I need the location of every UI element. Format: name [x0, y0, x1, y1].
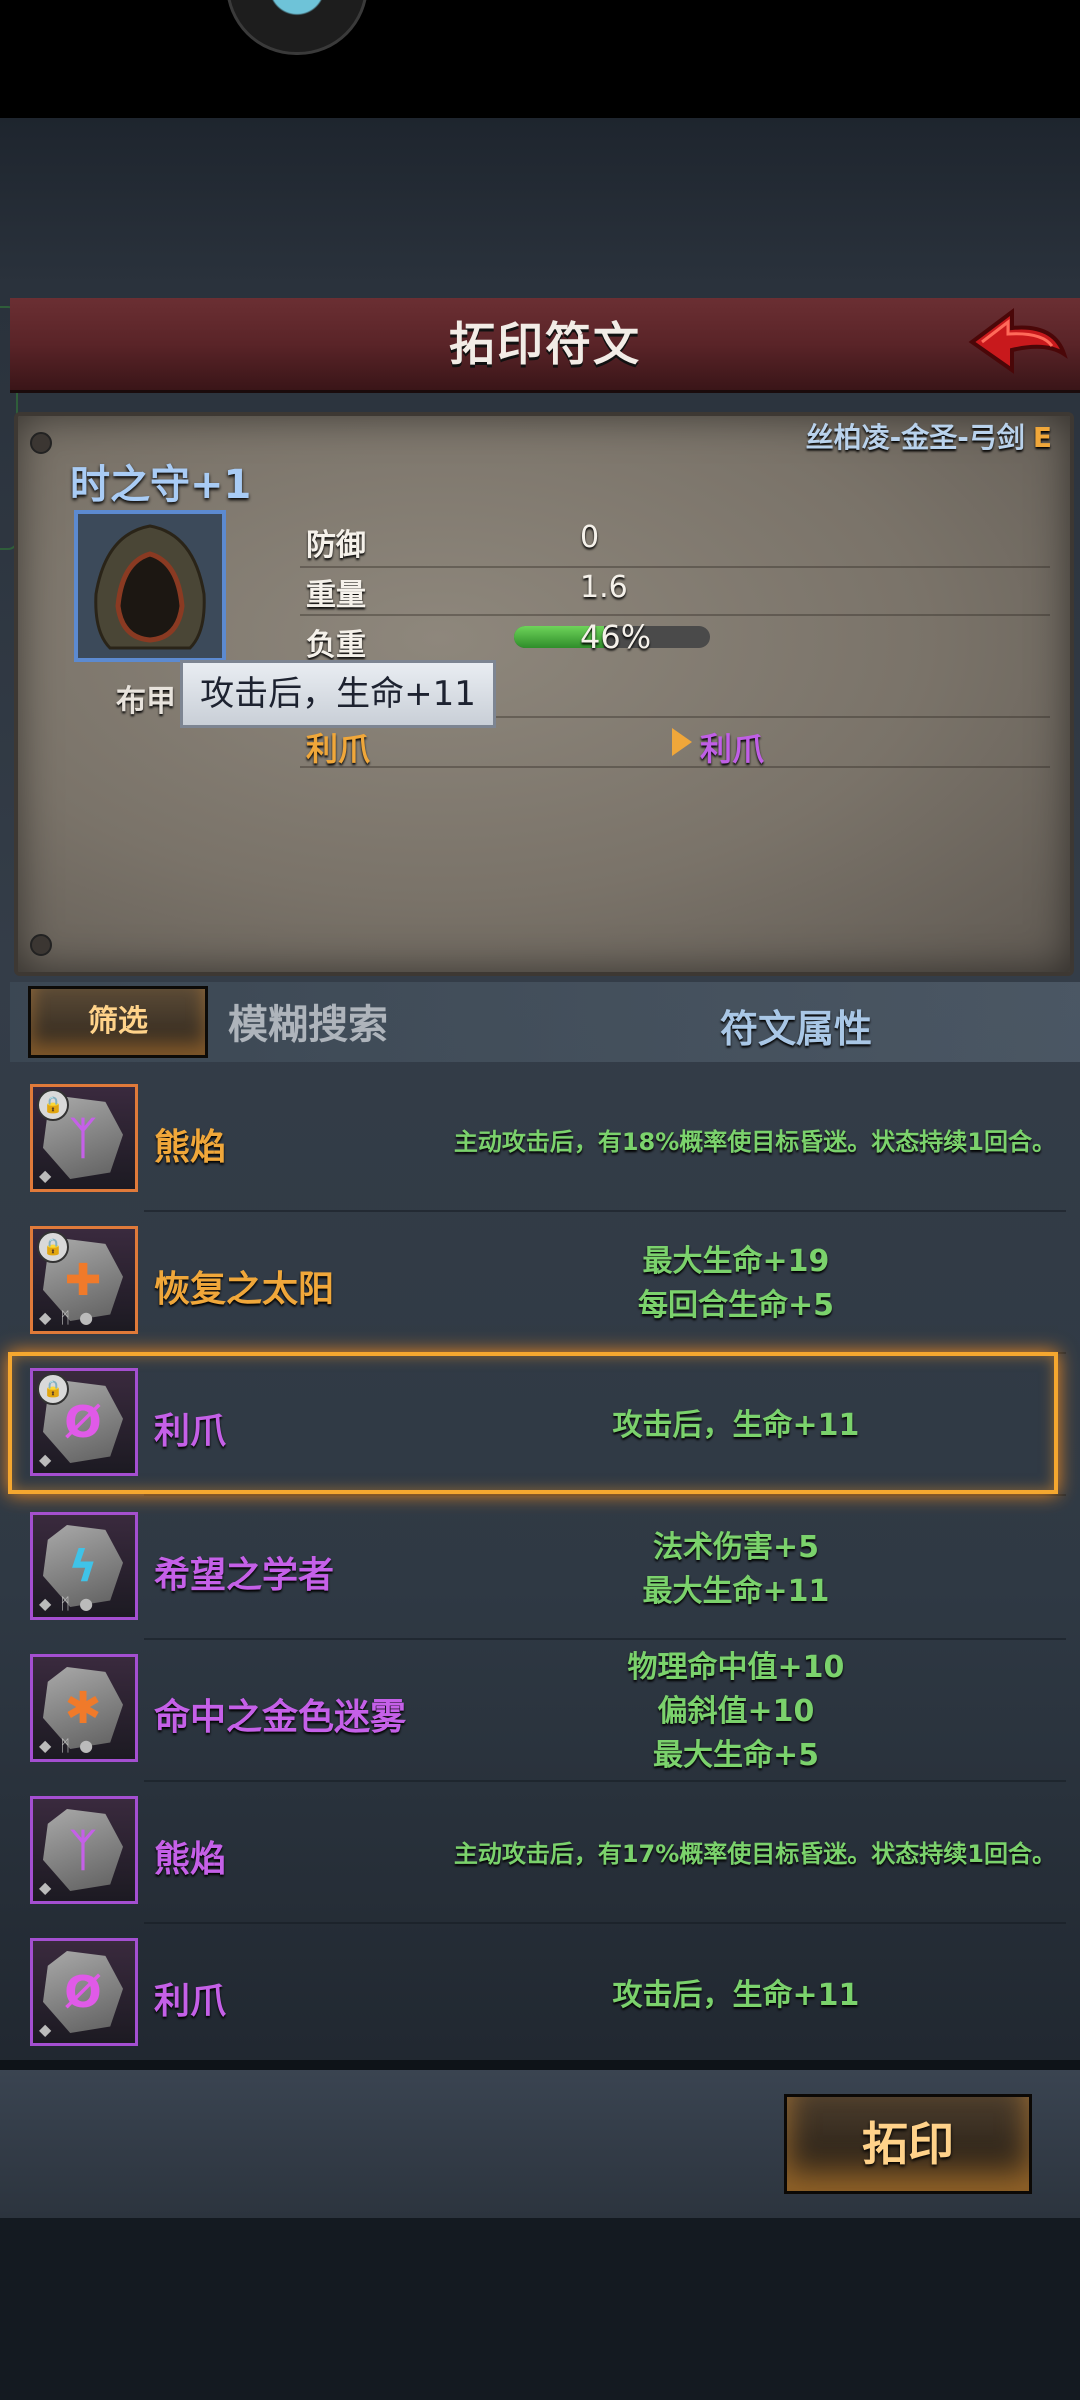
rune-glyph-icon: ᛉ: [69, 1825, 97, 1876]
row-divider: [144, 1780, 1066, 1782]
red-arrow-back-icon: [968, 308, 1068, 374]
rune-attribute-line: 主动攻击后，有18%概率使目标昏迷。状态持续1回合。: [453, 1128, 1056, 1156]
rune-glyph-icon: Ø: [64, 1967, 102, 2018]
rune-attribute-line: 最大生命+11: [642, 1574, 830, 1609]
rune-attributes: 法术伤害+5 最大生命+11: [416, 1526, 1056, 1614]
rune-glyph-icon: ✚: [64, 1255, 102, 1306]
lock-icon[interactable]: 🔒: [37, 1231, 69, 1263]
stat-value-load: 46%: [580, 618, 652, 656]
filter-button[interactable]: 筛选: [28, 986, 208, 1058]
rune-row[interactable]: ᛉ 🔒 ◆ 熊焰 主动攻击后，有18%概率使目标昏迷。状态持续1回合。: [14, 1072, 1066, 1212]
rune-name: 熊焰: [154, 1839, 227, 1880]
row-divider: [144, 1638, 1066, 1640]
hood-icon: [94, 524, 206, 650]
row-divider: [144, 1494, 1066, 1496]
item-name: 时之守+1: [70, 462, 252, 508]
rune-name: 熊焰: [154, 1127, 227, 1168]
rune-icon: ᛉ 🔒 ◆: [30, 1084, 138, 1192]
stat-label-load: 负重: [306, 628, 366, 663]
current-rune-name: 利爪: [306, 730, 371, 768]
print-rune-button[interactable]: 拓印: [784, 2094, 1032, 2194]
rune-name: 恢复之太阳: [154, 1269, 335, 1310]
rune-name: 利爪: [154, 1981, 227, 2022]
item-type: 布甲: [116, 684, 176, 719]
stat-value-weight: 1.6: [580, 570, 628, 605]
mascot-avatar: [226, 0, 368, 55]
rune-attribute-line: 偏斜值+10: [657, 1694, 815, 1729]
rune-icon: ᛉ ◆: [30, 1796, 138, 1904]
rune-attr-header: 符文属性: [720, 1007, 873, 1051]
owner-label: 丝柏凌-金圣-弓剑 E: [806, 416, 1052, 456]
owner-grade: E: [1032, 421, 1052, 454]
rune-icon: Ø ◆: [30, 1938, 138, 2046]
rune-name: 希望之学者: [154, 1555, 335, 1596]
lock-icon[interactable]: 🔒: [37, 1089, 69, 1121]
rune-row[interactable]: ✱ ◆ ᛗ ● 命中之金色迷雾 物理命中值+10 偏斜值+10 最大生命+5: [14, 1642, 1066, 1782]
rune-attribute-line: 最大生命+5: [652, 1738, 819, 1773]
rivet: [30, 934, 52, 956]
rune-tooltip: 攻击后，生命+11: [180, 660, 496, 728]
rune-icon: ✱ ◆ ᛗ ●: [30, 1654, 138, 1762]
title-bar: 拓印符文: [10, 298, 1080, 393]
status-top-bar: [0, 0, 1080, 118]
owner-name: 丝柏凌-金圣-弓剑: [805, 421, 1025, 454]
rune-attributes: 主动攻击后，有18%概率使目标昏迷。状态持续1回合。: [416, 1120, 1056, 1164]
rune-slot-icons: ◆: [39, 2020, 54, 2039]
rune-attributes: 攻击后，生命+11: [416, 1974, 1056, 2018]
divider: [300, 614, 1050, 616]
rune-glyph-icon: ᛉ: [69, 1113, 97, 1164]
new-rune-name: 利爪: [700, 730, 765, 768]
list-divider: [0, 2060, 1080, 2070]
rune-attribute-line: 每回合生命+5: [637, 1288, 834, 1323]
background-bottom: [0, 2218, 1080, 2400]
divider: [300, 566, 1050, 568]
rune-icon: ϟ ◆ ᛗ ●: [30, 1512, 138, 1620]
rune-row[interactable]: ✚ 🔒 ◆ ᛗ ● 恢复之太阳 最大生命+19 每回合生命+5: [14, 1214, 1066, 1354]
rune-attribute-line: 最大生命+19: [642, 1244, 830, 1279]
rune-attribute-line: 攻击后，生命+11: [612, 1978, 860, 2013]
rune-row[interactable]: Ø ◆ 利爪 攻击后，生命+11: [14, 1926, 1066, 2066]
rune-slot-icons: ◆ ᛗ ●: [39, 1594, 96, 1613]
selected-row-highlight: [8, 1352, 1058, 1494]
rune-attribute-line: 法术伤害+5: [652, 1530, 819, 1565]
page-title: 拓印符文: [449, 317, 641, 371]
rune-icon: ✚ 🔒 ◆ ᛗ ●: [30, 1226, 138, 1334]
stat-label-defense: 防御: [306, 528, 366, 563]
row-divider: [144, 1210, 1066, 1212]
rune-glyph-icon: ϟ: [68, 1541, 98, 1592]
rune-slot-icons: ◆ ᛗ ●: [39, 1736, 96, 1755]
rune-name: 命中之金色迷雾: [154, 1697, 407, 1738]
row-divider: [144, 1922, 1066, 1924]
rune-attribute-line: 主动攻击后，有17%概率使目标昏迷。状态持续1回合。: [453, 1840, 1056, 1868]
item-icon[interactable]: [74, 510, 226, 662]
back-button[interactable]: [968, 306, 1068, 378]
rune-slot-icons: ◆: [39, 1166, 54, 1185]
rune-attributes: 物理命中值+10 偏斜值+10 最大生命+5: [416, 1646, 1056, 1778]
rune-row[interactable]: ϟ ◆ ᛗ ● 希望之学者 法术伤害+5 最大生命+11: [14, 1500, 1066, 1640]
rune-row[interactable]: ᛉ ◆ 熊焰 主动攻击后，有17%概率使目标昏迷。状态持续1回合。: [14, 1784, 1066, 1924]
arrow-right-icon: [672, 728, 692, 756]
stat-value-defense: 0: [580, 520, 600, 555]
rune-attribute-line: 物理命中值+10: [627, 1650, 845, 1685]
rivet: [30, 432, 52, 454]
divider: [300, 766, 1050, 768]
rune-glyph-icon: ✱: [64, 1683, 102, 1734]
rune-slot-icons: ◆: [39, 1878, 54, 1897]
stat-label-weight: 重量: [306, 578, 366, 613]
search-input[interactable]: [226, 994, 630, 1056]
rune-slot-icons: ◆ ᛗ ●: [39, 1308, 96, 1327]
rune-attributes: 最大生命+19 每回合生命+5: [416, 1240, 1056, 1328]
rune-attributes: 主动攻击后，有17%概率使目标昏迷。状态持续1回合。: [416, 1832, 1056, 1876]
